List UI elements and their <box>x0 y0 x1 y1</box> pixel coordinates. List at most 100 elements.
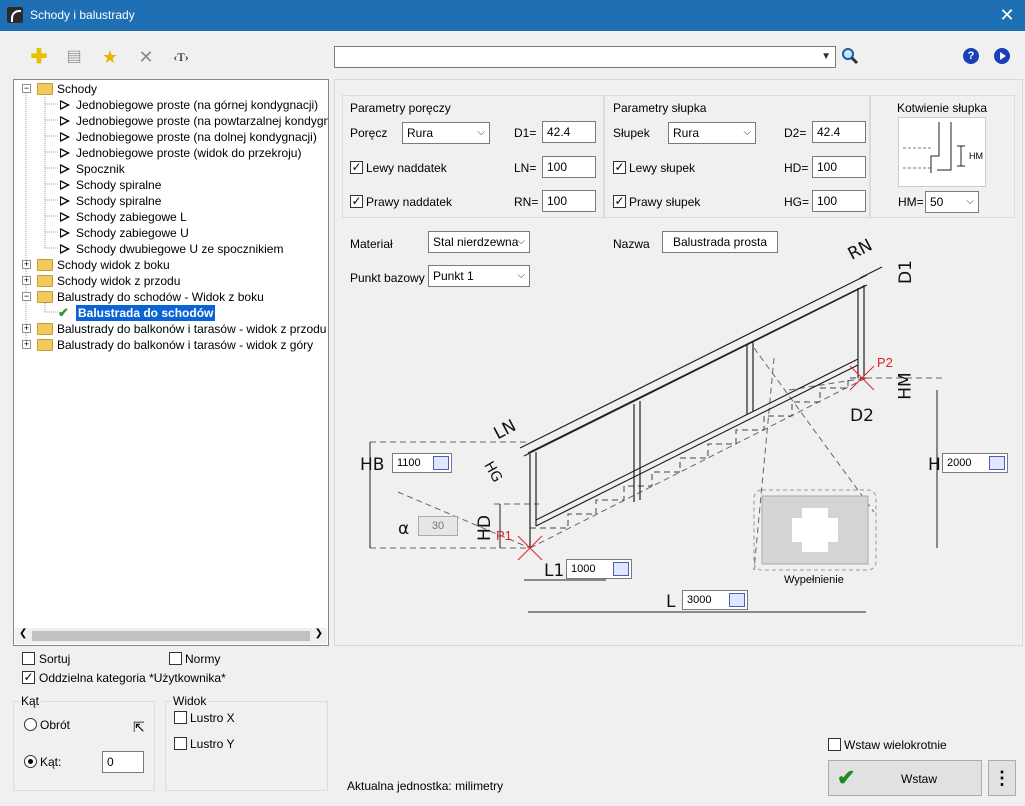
hb-dim-input[interactable]: 1100 <box>392 453 452 473</box>
expand-icon[interactable]: + <box>22 324 31 333</box>
ln-label: LN= <box>514 161 537 175</box>
star-icon[interactable]: ★ <box>99 46 121 68</box>
normy-checkbox[interactable] <box>169 652 182 665</box>
widok-group-title: Widok <box>171 694 209 708</box>
hm-select[interactable]: 50 ⌵ <box>925 191 979 213</box>
balustrade-diagram <box>369 266 942 613</box>
l1-value: 1000 <box>571 563 596 575</box>
kat-radio[interactable] <box>24 755 37 768</box>
folder-icon <box>37 323 53 335</box>
l1-dim-input[interactable]: 1000 <box>566 559 632 579</box>
lustro-x-checkbox[interactable] <box>174 711 187 724</box>
kat-group-title: Kąt <box>19 694 42 708</box>
pick-icon[interactable] <box>613 562 629 576</box>
scroll-right-icon[interactable]: ❯ <box>315 628 323 639</box>
porecz-label: Poręcz <box>350 126 388 140</box>
l-value: 3000 <box>687 594 712 606</box>
wypelnienie-button[interactable] <box>754 490 876 570</box>
anchor-hm-label: HM <box>969 151 983 161</box>
search-input[interactable]: ▼ <box>334 46 836 68</box>
stair-template-icon <box>58 227 72 239</box>
porecz-select[interactable]: Rura ⌵ <box>402 122 490 144</box>
stair-template-icon <box>58 115 72 127</box>
list-icon[interactable]: ▤ <box>63 46 85 68</box>
scrollbar-thumb[interactable] <box>32 631 310 641</box>
prawy-slupek-checkbox[interactable]: ✓ <box>613 195 626 208</box>
slupek-select[interactable]: Rura ⌵ <box>668 122 756 144</box>
d1-input[interactable]: 42.4 <box>542 121 596 143</box>
close-icon[interactable]: ✕ <box>995 4 1019 26</box>
tree-item-label: Schody zabiegowe U <box>76 226 189 240</box>
search-icon[interactable] <box>841 47 859 65</box>
tree-horizontal-scrollbar[interactable]: ❮ ❯ <box>15 628 327 644</box>
tree-item-label: Schody <box>57 82 98 96</box>
collapse-icon[interactable]: − <box>22 84 31 93</box>
stair-template-icon <box>58 179 72 191</box>
stair-template-icon <box>58 211 72 223</box>
oddzielna-checkbox[interactable]: ✓ <box>22 671 35 684</box>
wstaw-button[interactable]: ✔ Wstaw <box>828 760 982 796</box>
kat-group <box>13 701 155 791</box>
p2-label: P2 <box>877 355 893 370</box>
pick-icon[interactable] <box>729 593 745 607</box>
pick-icon[interactable] <box>433 456 449 470</box>
tree-item-label: Schody spiralne <box>76 178 162 192</box>
pick-icon[interactable] <box>989 456 1005 470</box>
text-style-button[interactable]: ‹T› <box>170 46 192 68</box>
stair-template-icon <box>58 147 72 159</box>
h-dim-input[interactable]: 2000 <box>942 453 1008 473</box>
rn-input[interactable]: 100 <box>542 190 596 212</box>
delete-icon[interactable]: ✕ <box>135 46 157 68</box>
expand-icon[interactable]: + <box>22 260 31 269</box>
slupek-title: Parametry słupka <box>613 101 707 115</box>
tree-item-label: Balustrada do schodów <box>76 305 216 321</box>
category-tree[interactable]: − Schody Jednobiegowe proste (na górnej ko… <box>13 79 329 646</box>
prawy-naddatek-checkbox[interactable]: ✓ <box>350 195 363 208</box>
help-icon[interactable]: ? <box>963 48 979 64</box>
stair-template-icon <box>58 195 72 207</box>
folder-icon <box>37 339 53 351</box>
d1-label: D1= <box>514 126 537 140</box>
tree-item-label: Jednobiegowe proste (na dolnej kondygnac… <box>76 130 317 144</box>
folder-icon <box>37 259 53 271</box>
check-icon: ✔ <box>58 305 69 320</box>
lewy-slupek-checkbox[interactable]: ✓ <box>613 161 626 174</box>
folder-icon <box>37 275 53 287</box>
kat-label: Kąt: <box>40 755 62 769</box>
wstaw-wielokrotnie-checkbox[interactable] <box>828 738 841 751</box>
alpha-input[interactable]: 30 <box>418 516 458 536</box>
scroll-left-icon[interactable]: ❮ <box>19 628 27 639</box>
check-icon: ✔ <box>837 765 856 790</box>
l-dim-input[interactable]: 3000 <box>682 590 748 610</box>
stair-template-icon <box>58 243 72 255</box>
d2-input[interactable]: 42.4 <box>812 121 866 143</box>
more-options-button[interactable]: ⋮ <box>988 760 1016 796</box>
expand-icon[interactable]: + <box>22 340 31 349</box>
kat-input[interactable]: 0 <box>102 751 144 773</box>
lewy-naddatek-checkbox[interactable]: ✓ <box>350 161 363 174</box>
collapse-icon[interactable]: − <box>22 292 31 301</box>
stair-template-icon <box>58 131 72 143</box>
tree-item-label: Balustrady do balkonów i tarasów - widok… <box>57 338 314 352</box>
slupek-label: Słupek <box>613 126 650 140</box>
prawy-slupek-label: Prawy słupek <box>629 195 701 209</box>
p1-label: P1 <box>496 528 512 543</box>
sortuj-checkbox[interactable] <box>22 652 35 665</box>
normy-label: Normy <box>185 652 221 666</box>
add-icon[interactable]: ✚ <box>28 46 50 68</box>
h-label: H <box>928 455 941 475</box>
hd-input[interactable]: 100 <box>812 156 866 178</box>
chevron-down-icon: ⌵ <box>477 127 485 138</box>
kotwienie-title: Kotwienie słupka <box>897 101 988 115</box>
rn-label: RN= <box>514 195 539 209</box>
lustro-y-checkbox[interactable] <box>174 737 187 750</box>
window-title: Schody i balustrady <box>30 8 135 22</box>
l1-label: L1 <box>544 561 565 581</box>
hg-input[interactable]: 100 <box>812 190 866 212</box>
chevron-down-icon[interactable]: ▼ <box>821 51 831 62</box>
next-icon[interactable] <box>994 48 1010 64</box>
ln-input[interactable]: 100 <box>542 156 596 178</box>
expand-icon[interactable]: + <box>22 276 31 285</box>
tree-item-label: Schody dwubiegowe U ze spocznikiem <box>76 242 284 256</box>
obrot-radio[interactable] <box>24 718 37 731</box>
